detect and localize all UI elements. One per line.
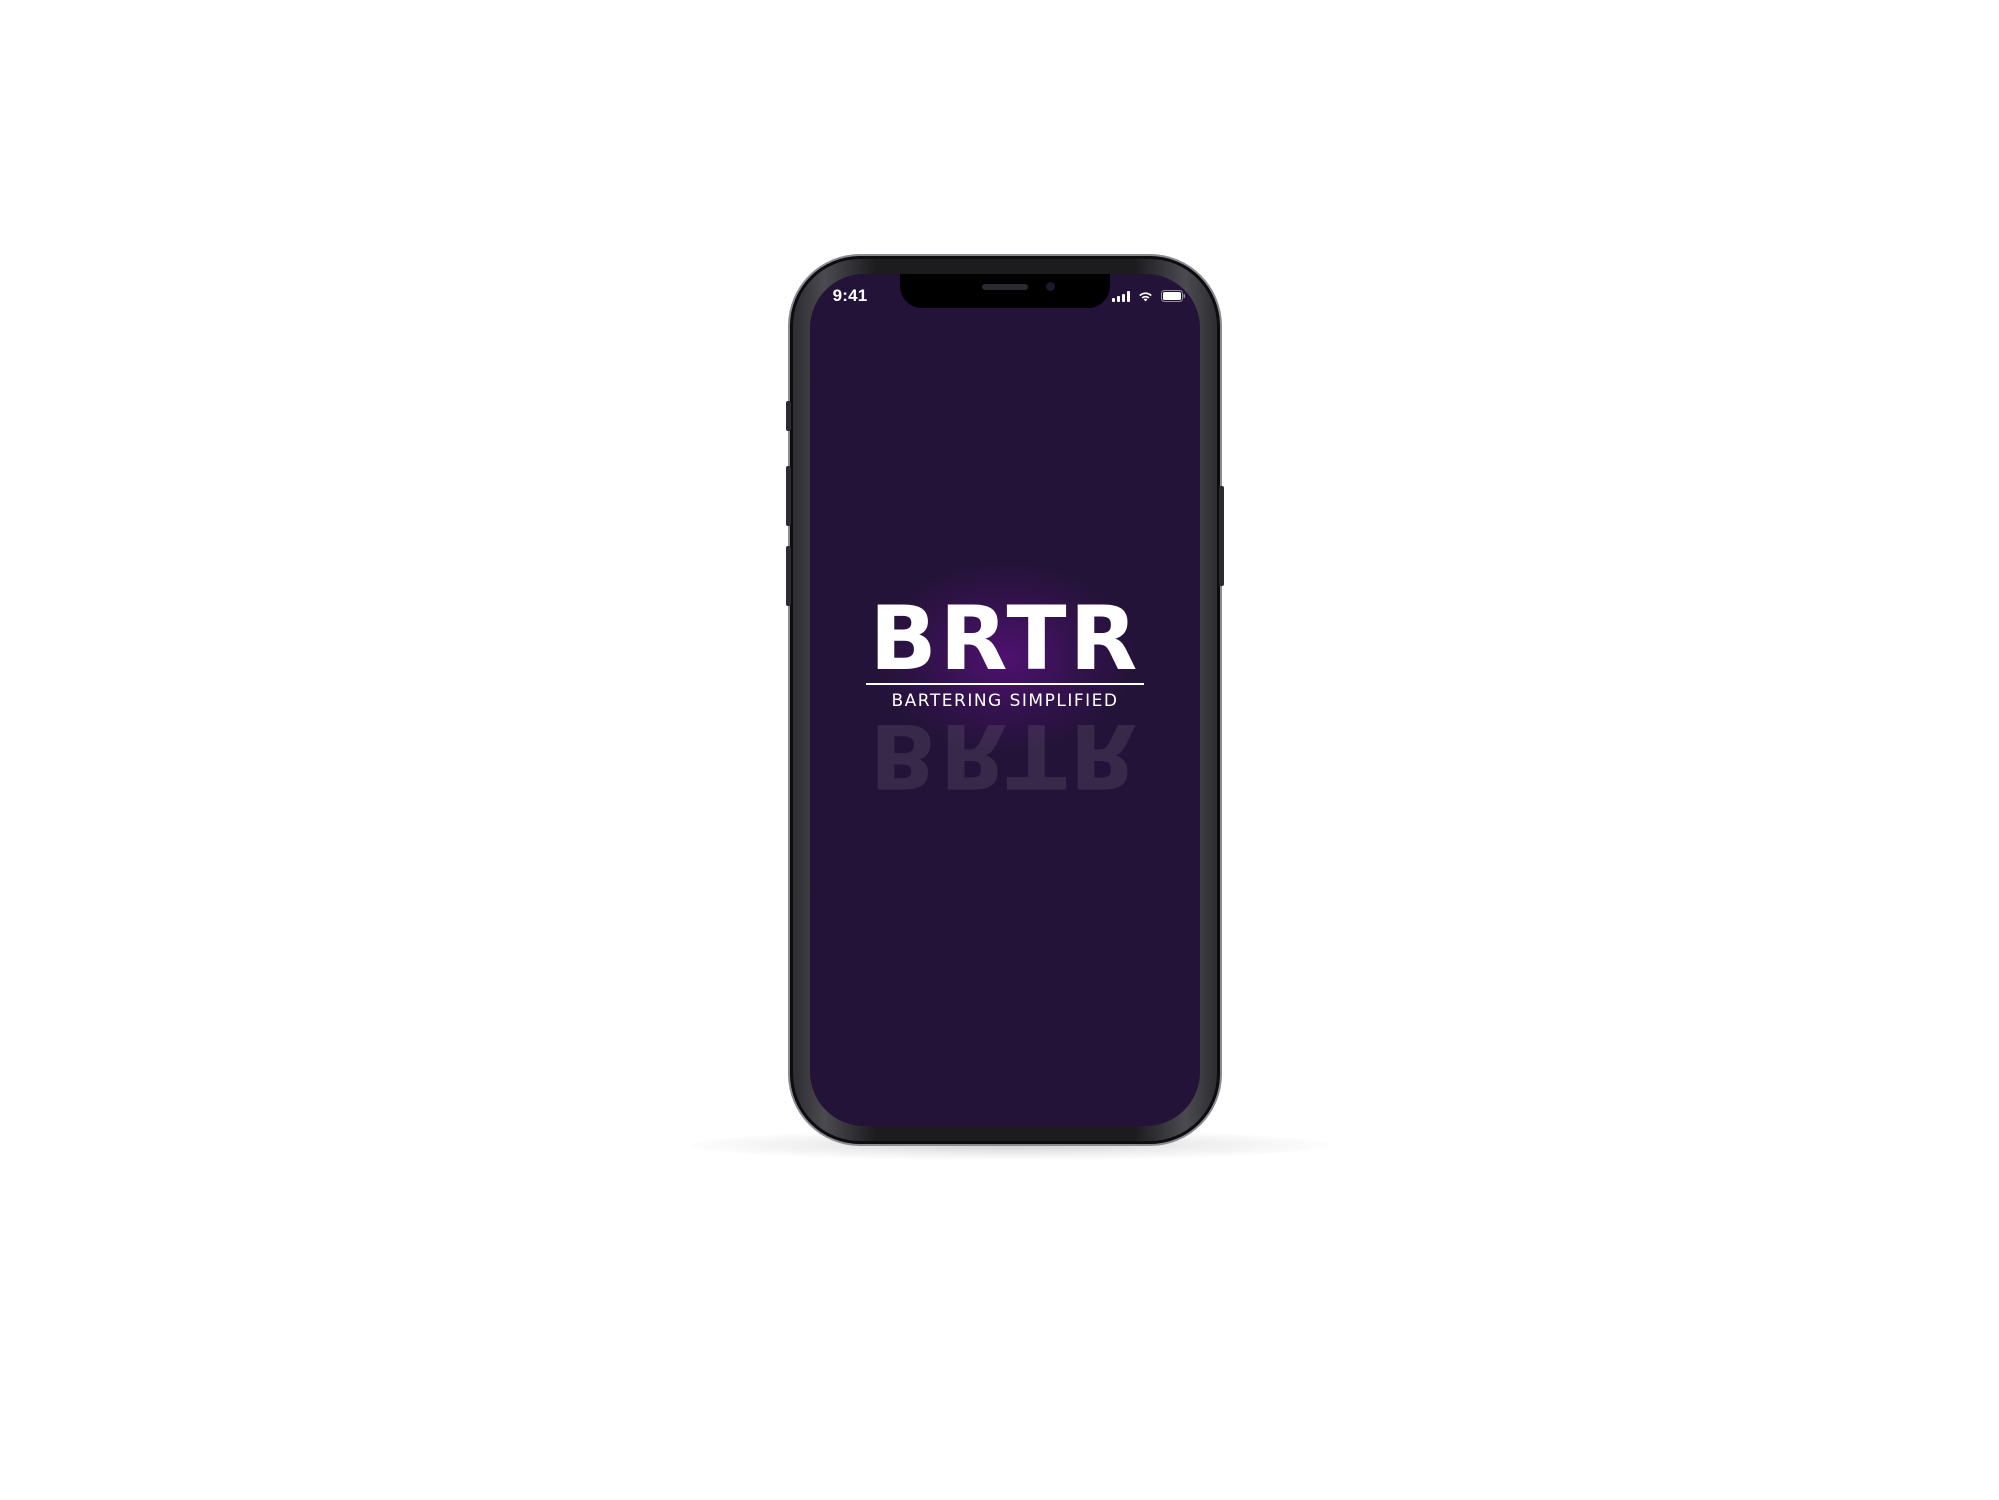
speaker-grille <box>982 284 1028 290</box>
silent-switch <box>786 401 791 431</box>
phone-frame: 9:41 BRTR BARTERING SIMPLIFIED BRTR <box>786 256 1224 1144</box>
brand-logo: BRTR <box>865 595 1145 685</box>
status-time: 9:41 <box>832 286 868 305</box>
notch <box>900 274 1110 308</box>
battery-icon <box>1161 290 1186 302</box>
volume-up-button <box>786 466 791 526</box>
mockup-stage: 9:41 BRTR BARTERING SIMPLIFIED BRTR <box>0 0 1999 1500</box>
volume-down-button <box>786 546 791 606</box>
power-button <box>1219 486 1224 586</box>
wifi-icon <box>1138 291 1153 302</box>
front-camera <box>1046 282 1055 291</box>
logo-block: BRTR BARTERING SIMPLIFIED BRTR <box>810 595 1200 807</box>
splash-screen: 9:41 BRTR BARTERING SIMPLIFIED BRTR <box>810 274 1200 1126</box>
status-icons <box>1112 290 1186 302</box>
signal-icon <box>1112 291 1130 302</box>
logo-reflection: BRTR <box>869 704 1141 807</box>
